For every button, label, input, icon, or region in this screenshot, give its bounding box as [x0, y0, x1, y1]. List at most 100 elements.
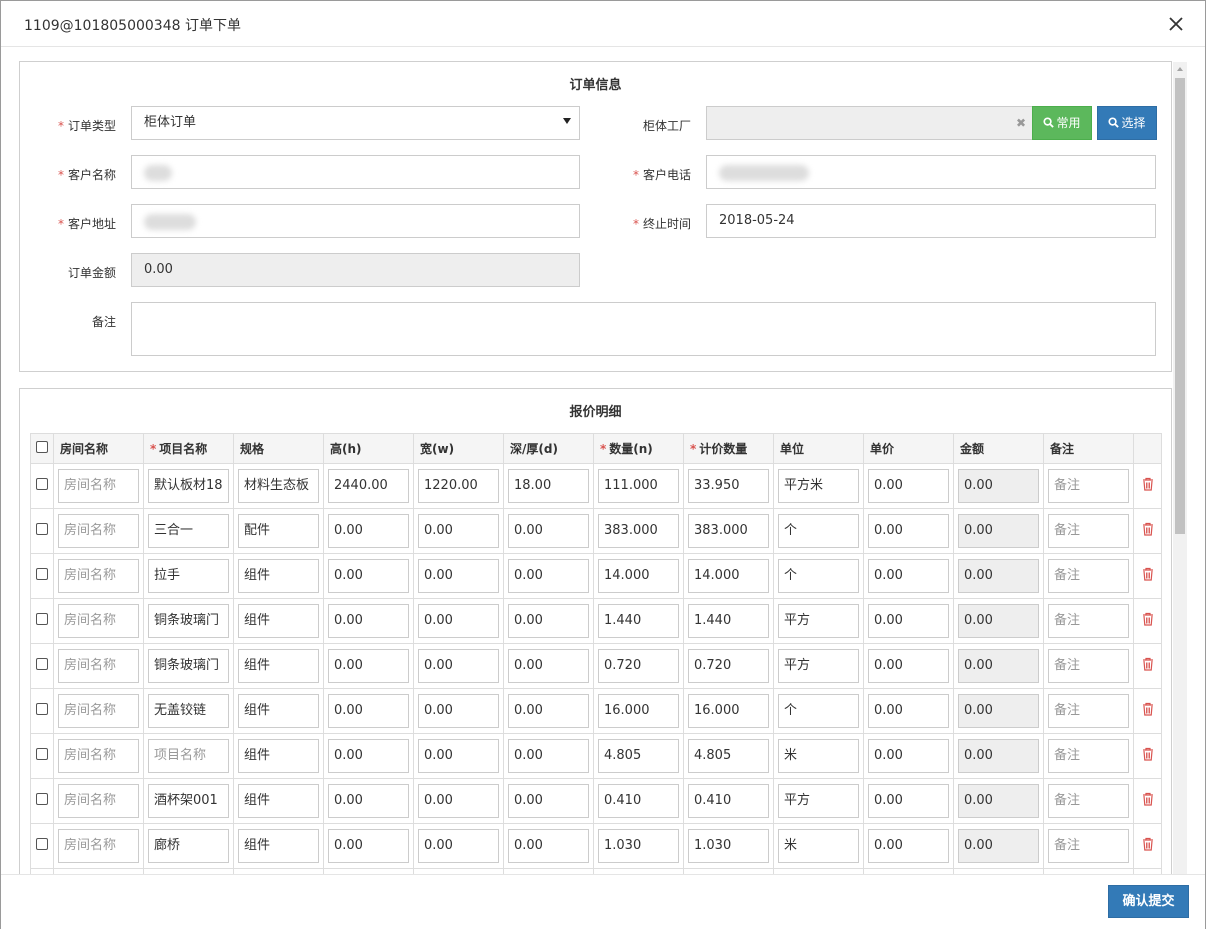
common-factory-button[interactable]: 常用 [1032, 106, 1092, 140]
close-icon[interactable] [1165, 13, 1187, 35]
trash-icon[interactable] [1142, 747, 1154, 761]
height-input[interactable]: 0.00 [328, 694, 409, 728]
depth-input[interactable]: 0.00 [508, 649, 589, 683]
priced-quantity-input[interactable]: 1.030 [688, 829, 769, 863]
unit-price-input[interactable]: 0.00 [868, 829, 949, 863]
unit-price-input[interactable]: 0.00 [868, 514, 949, 548]
item-name-input[interactable]: 默认板材18 [148, 469, 229, 503]
width-input[interactable]: 0.00 [418, 829, 499, 863]
spec-input[interactable]: 组件 [238, 784, 319, 818]
depth-input[interactable]: 0.00 [508, 559, 589, 593]
trash-icon[interactable] [1142, 702, 1154, 716]
priced-quantity-input[interactable]: 16.000 [688, 694, 769, 728]
room-name-input[interactable]: 房间名称 [58, 514, 139, 548]
width-input[interactable]: 0.00 [418, 514, 499, 548]
unit-price-input[interactable]: 0.00 [868, 784, 949, 818]
quantity-input[interactable]: 111.000 [598, 469, 679, 503]
unit-input[interactable]: 平方 [778, 649, 859, 683]
height-input[interactable]: 2440.00 [328, 469, 409, 503]
item-name-input[interactable]: 三合一 [148, 514, 229, 548]
spec-input[interactable]: 组件 [238, 559, 319, 593]
quantity-input[interactable]: 0.720 [598, 649, 679, 683]
spec-input[interactable]: 材料生态板 [238, 469, 319, 503]
customer-address-field[interactable] [131, 204, 580, 238]
item-name-input[interactable]: 酒杯架001 [148, 784, 229, 818]
remark-input[interactable]: 备注 [1048, 694, 1129, 728]
trash-icon[interactable] [1142, 612, 1154, 626]
room-name-input[interactable]: 房间名称 [58, 784, 139, 818]
height-input[interactable]: 0.00 [328, 559, 409, 593]
scroll-thumb[interactable] [1175, 78, 1185, 534]
unit-price-input[interactable]: 0.00 [868, 604, 949, 638]
trash-icon[interactable] [1142, 522, 1154, 536]
spec-input[interactable]: 组件 [238, 649, 319, 683]
depth-input[interactable]: 0.00 [508, 784, 589, 818]
remark-input[interactable]: 备注 [1048, 829, 1129, 863]
priced-quantity-input[interactable]: 1.440 [688, 604, 769, 638]
width-input[interactable]: 0.00 [418, 739, 499, 773]
room-name-input[interactable]: 房间名称 [58, 559, 139, 593]
remark-input[interactable]: 备注 [1048, 784, 1129, 818]
clear-icon[interactable]: ✖ [1016, 116, 1026, 130]
priced-quantity-input[interactable]: 14.000 [688, 559, 769, 593]
remark-input[interactable]: 备注 [1048, 739, 1129, 773]
remark-input[interactable]: 备注 [1048, 469, 1129, 503]
room-name-input[interactable]: 房间名称 [58, 694, 139, 728]
width-input[interactable]: 0.00 [418, 694, 499, 728]
room-name-input[interactable]: 房间名称 [58, 604, 139, 638]
unit-price-input[interactable]: 0.00 [868, 559, 949, 593]
room-name-input[interactable]: 房间名称 [58, 469, 139, 503]
remark-textarea[interactable] [131, 302, 1156, 356]
height-input[interactable]: 0.00 [328, 829, 409, 863]
height-input[interactable]: 0.00 [328, 514, 409, 548]
trash-icon[interactable] [1142, 657, 1154, 671]
room-name-input[interactable]: 房间名称 [58, 649, 139, 683]
unit-input[interactable]: 个 [778, 694, 859, 728]
height-input[interactable]: 0.00 [328, 649, 409, 683]
unit-price-input[interactable]: 0.00 [868, 739, 949, 773]
width-input[interactable]: 0.00 [418, 649, 499, 683]
priced-quantity-input[interactable]: 4.805 [688, 739, 769, 773]
item-name-input[interactable]: 项目名称 [148, 739, 229, 773]
quantity-input[interactable]: 16.000 [598, 694, 679, 728]
item-name-input[interactable]: 廊桥 [148, 829, 229, 863]
unit-input[interactable]: 个 [778, 514, 859, 548]
row-checkbox[interactable] [36, 748, 48, 760]
spec-input[interactable]: 组件 [238, 604, 319, 638]
unit-price-input[interactable]: 0.00 [868, 469, 949, 503]
confirm-submit-button[interactable]: 确认提交 [1108, 885, 1189, 918]
item-name-input[interactable]: 铜条玻璃门 [148, 604, 229, 638]
remark-input[interactable]: 备注 [1048, 649, 1129, 683]
unit-input[interactable]: 个 [778, 559, 859, 593]
width-input[interactable]: 0.00 [418, 784, 499, 818]
quantity-input[interactable]: 1.030 [598, 829, 679, 863]
spec-input[interactable]: 组件 [238, 694, 319, 728]
quantity-input[interactable]: 0.410 [598, 784, 679, 818]
spec-input[interactable]: 组件 [238, 739, 319, 773]
scrollbar[interactable] [1173, 62, 1187, 874]
customer-phone-field[interactable] [706, 155, 1156, 189]
spec-input[interactable]: 配件 [238, 514, 319, 548]
unit-input[interactable]: 平方 [778, 604, 859, 638]
row-checkbox[interactable] [36, 703, 48, 715]
height-input[interactable]: 0.00 [328, 604, 409, 638]
remark-input[interactable]: 备注 [1048, 604, 1129, 638]
remark-input[interactable]: 备注 [1048, 514, 1129, 548]
room-name-input[interactable]: 房间名称 [58, 739, 139, 773]
quantity-input[interactable]: 14.000 [598, 559, 679, 593]
trash-icon[interactable] [1142, 567, 1154, 581]
spec-input[interactable]: 组件 [238, 829, 319, 863]
row-checkbox[interactable] [36, 523, 48, 535]
item-name-input[interactable]: 无盖铰链 [148, 694, 229, 728]
depth-input[interactable]: 0.00 [508, 829, 589, 863]
trash-icon[interactable] [1142, 837, 1154, 851]
trash-icon[interactable] [1142, 792, 1154, 806]
depth-input[interactable]: 0.00 [508, 694, 589, 728]
width-input[interactable]: 1220.00 [418, 469, 499, 503]
item-name-input[interactable]: 铜条玻璃门 [148, 649, 229, 683]
priced-quantity-input[interactable]: 33.950 [688, 469, 769, 503]
depth-input[interactable]: 0.00 [508, 739, 589, 773]
factory-field[interactable]: ✖ [706, 106, 1033, 140]
unit-input[interactable]: 平方 [778, 784, 859, 818]
priced-quantity-input[interactable]: 0.410 [688, 784, 769, 818]
